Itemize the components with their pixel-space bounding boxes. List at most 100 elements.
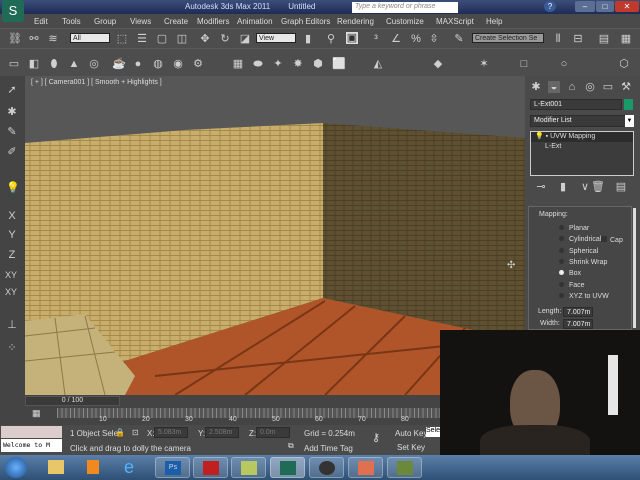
menu-create[interactable]: Create bbox=[164, 17, 188, 26]
angle-snap-icon[interactable]: ∠ bbox=[390, 33, 402, 45]
scale-icon[interactable]: ◪ bbox=[239, 33, 251, 45]
radio-spherical[interactable]: Spherical bbox=[559, 248, 598, 255]
paint-app-icon[interactable] bbox=[348, 457, 383, 478]
manipulate-icon[interactable]: ⚲ bbox=[325, 33, 337, 45]
named-selection-dropdown[interactable]: Create Selection Se bbox=[472, 33, 544, 43]
selected-dropdown[interactable]: Sele bbox=[426, 427, 440, 437]
x-coordinate-field[interactable]: 5.083m bbox=[154, 427, 188, 438]
display-tab-icon[interactable]: ▭ bbox=[602, 81, 614, 93]
track-bar[interactable] bbox=[57, 408, 440, 418]
plane-icon[interactable]: ▭ bbox=[8, 58, 20, 70]
menu-help[interactable]: Help bbox=[486, 17, 502, 26]
absolute-mode-icon[interactable]: ⊡ bbox=[132, 428, 139, 437]
configure-sets-icon[interactable]: ▤ bbox=[615, 181, 627, 193]
radio-shrink-wrap[interactable]: Shrink Wrap bbox=[559, 259, 607, 266]
chevron-down-icon[interactable]: ▼ bbox=[625, 115, 634, 127]
axis-x-icon[interactable]: X bbox=[6, 210, 18, 222]
axis-z-icon[interactable]: Z bbox=[6, 249, 18, 261]
edit-named-selection-icon[interactable]: ✎ bbox=[453, 33, 465, 45]
search-input[interactable]: Type a keyword or phrase bbox=[352, 2, 458, 13]
acrobat-icon[interactable] bbox=[193, 457, 228, 478]
axis-y-icon[interactable]: Y bbox=[6, 229, 18, 241]
menu-modifiers[interactable]: Modifiers bbox=[197, 17, 229, 26]
menu-views[interactable]: Views bbox=[130, 17, 151, 26]
auto-key-button[interactable]: Auto Key bbox=[395, 429, 427, 438]
radio-cylindrical[interactable]: Cylindrical bbox=[559, 236, 601, 243]
light-icon[interactable]: 💡 bbox=[6, 182, 20, 194]
time-tag-icon[interactable]: ⧉ bbox=[288, 441, 294, 451]
minimize-button[interactable]: – bbox=[575, 1, 595, 12]
graphite-toolbar-icon[interactable]: ▦ bbox=[620, 33, 632, 45]
notes-icon[interactable] bbox=[231, 457, 266, 478]
menu-animation[interactable]: Animation bbox=[237, 17, 273, 26]
box-icon[interactable]: ◧ bbox=[28, 58, 40, 70]
explorer-icon[interactable] bbox=[48, 460, 64, 474]
object-color-swatch[interactable] bbox=[624, 99, 633, 110]
select-by-name-icon[interactable]: ☰ bbox=[136, 33, 148, 45]
close-button[interactable]: ✕ bbox=[615, 1, 639, 12]
z-coordinate-field[interactable]: 0.0m bbox=[256, 427, 290, 438]
shape-star-icon[interactable]: ✶ bbox=[478, 58, 490, 70]
window-crossing-icon[interactable]: ◫ bbox=[176, 33, 188, 45]
radio-planar[interactable]: Planar bbox=[559, 225, 589, 232]
add-time-tag[interactable]: Add Time Tag bbox=[304, 444, 353, 453]
set-key-button[interactable]: Set Key bbox=[397, 443, 425, 452]
menu-maxscript[interactable]: MAXScript bbox=[436, 17, 474, 26]
length-spinner[interactable]: 7.007m bbox=[563, 307, 593, 317]
cap-checkbox[interactable]: Cap bbox=[601, 236, 623, 244]
spindle-icon[interactable]: ✦ bbox=[272, 58, 284, 70]
radio-box[interactable]: Box bbox=[559, 270, 581, 277]
select-tool-icon[interactable]: ➚ bbox=[6, 84, 18, 96]
start-button[interactable] bbox=[5, 457, 27, 478]
snap-tool-icon[interactable]: ⁘ bbox=[6, 342, 18, 354]
reference-coord-dropdown[interactable]: View bbox=[256, 33, 296, 43]
menu-rendering[interactable]: Rendering bbox=[337, 17, 374, 26]
show-end-result-icon[interactable]: ▮ bbox=[557, 181, 569, 193]
text-shape-icon[interactable]: ⬡ bbox=[618, 58, 630, 70]
cylinder-icon[interactable]: ⬮ bbox=[48, 58, 60, 70]
rect-selection-icon[interactable]: ▢ bbox=[156, 33, 168, 45]
help-icon[interactable]: ? bbox=[544, 1, 556, 12]
y-coordinate-field[interactable]: 2.508m bbox=[205, 427, 239, 438]
create-tab-icon[interactable]: ✱ bbox=[530, 81, 542, 93]
circle-shape-icon[interactable]: ○ bbox=[558, 58, 570, 70]
snap-toggle-icon[interactable]: ³ bbox=[370, 33, 382, 45]
move-icon[interactable]: ✥ bbox=[199, 33, 211, 45]
align-icon[interactable]: ⊟ bbox=[572, 33, 584, 45]
media-player-icon[interactable] bbox=[87, 460, 99, 474]
modify-tab-icon[interactable]: ◒ bbox=[548, 81, 560, 93]
select-object-icon[interactable]: ⬚ bbox=[116, 33, 128, 45]
percent-snap-icon[interactable]: % bbox=[410, 33, 422, 45]
motion-tab-icon[interactable]: ◎ bbox=[584, 81, 596, 93]
bind-space-warp-icon[interactable]: ≋ bbox=[47, 33, 59, 45]
curve-editor-icon[interactable]: ▦ bbox=[32, 408, 41, 419]
time-slider[interactable]: 0 / 100 bbox=[25, 396, 120, 406]
prism-icon[interactable]: ◆ bbox=[432, 58, 444, 70]
make-unique-icon[interactable]: ∨ bbox=[579, 181, 591, 193]
mirror-icon[interactable]: ⫴ bbox=[552, 33, 564, 45]
menu-tools[interactable]: Tools bbox=[62, 17, 81, 26]
gear-tool-icon[interactable]: ✱ bbox=[6, 106, 18, 118]
remove-modifier-icon[interactable]: 🗑 bbox=[591, 181, 605, 193]
radio-face[interactable]: Face bbox=[559, 282, 585, 289]
menu-graph-editors[interactable]: Graph Editors bbox=[281, 17, 330, 26]
unlink-icon[interactable]: ⚯ bbox=[28, 33, 40, 45]
rotate-icon[interactable]: ↻ bbox=[219, 33, 231, 45]
menu-group[interactable]: Group bbox=[94, 17, 116, 26]
gear-icon[interactable]: ⚙ bbox=[192, 58, 204, 70]
recorder-app-icon[interactable] bbox=[387, 457, 422, 478]
stack-item-l-ext[interactable]: L-Ext bbox=[531, 142, 633, 152]
photoshop-icon[interactable]: Ps bbox=[155, 457, 190, 478]
link-icon[interactable]: ⛓ bbox=[8, 33, 22, 45]
hedra-icon[interactable]: ⬢ bbox=[312, 58, 324, 70]
app-logo-icon[interactable]: S bbox=[2, 0, 24, 22]
grid-icon[interactable]: ▦ bbox=[232, 58, 244, 70]
constraint-icon[interactable]: ⊥ bbox=[6, 319, 18, 331]
paint-icon[interactable]: ✐ bbox=[6, 146, 18, 158]
pivot-icon[interactable]: ▮ bbox=[302, 33, 314, 45]
layer-manager-icon[interactable]: ▤ bbox=[598, 33, 610, 45]
sphere-icon[interactable]: ● bbox=[132, 58, 144, 70]
panel-scrollbar[interactable] bbox=[633, 208, 636, 328]
spinner-snap-icon[interactable]: ⇳ bbox=[428, 33, 440, 45]
selection-filter-dropdown[interactable]: All bbox=[70, 33, 110, 43]
